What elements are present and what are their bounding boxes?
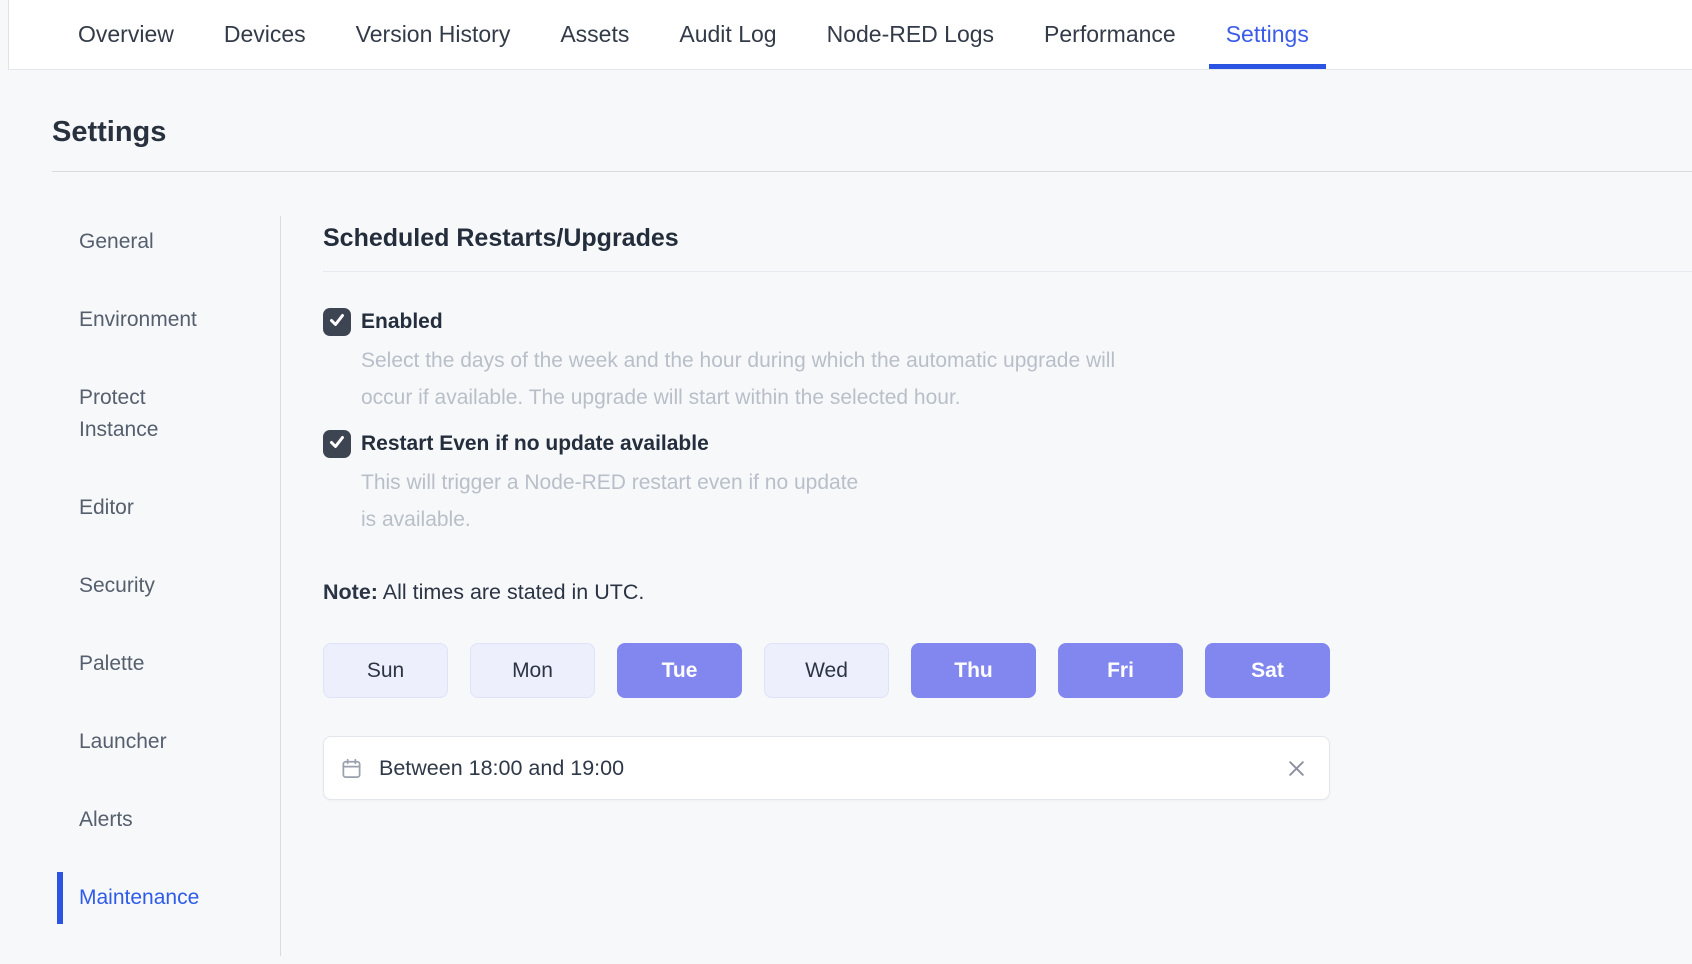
description-line: Select the days of the week and the hour… (361, 342, 1261, 379)
note-text: All times are stated in UTC. (383, 580, 645, 604)
day-button-wed[interactable]: Wed (764, 643, 889, 698)
sidebar-item-label: Palette (79, 648, 144, 680)
utc-note: Note: All times are stated in UTC. (323, 580, 1692, 605)
sidebar-item-label: Environment (79, 304, 197, 336)
title-divider (52, 171, 1692, 172)
sidebar-item-maintenance[interactable]: Maintenance (57, 872, 280, 924)
tab-assets[interactable]: Assets (543, 0, 646, 69)
time-range-value: Between 18:00 and 19:00 (379, 756, 624, 781)
sidebar-item-palette[interactable]: Palette (57, 638, 280, 690)
maintenance-panel: Scheduled Restarts/Upgrades Enabled Sele… (323, 216, 1692, 956)
section-heading: Scheduled Restarts/Upgrades (323, 224, 1692, 253)
enabled-checkbox[interactable] (323, 308, 351, 336)
top-nav: Overview Devices Version History Assets … (8, 0, 1692, 70)
sidebar-item-label: Launcher (79, 726, 167, 758)
tab-settings[interactable]: Settings (1209, 0, 1326, 69)
tab-audit-log[interactable]: Audit Log (662, 0, 793, 69)
sidebar-item-editor[interactable]: Editor (57, 482, 280, 534)
settings-body: General Environment Protect Instance Edi… (0, 216, 1692, 956)
sidebar-item-label: Protect Instance (79, 382, 211, 446)
day-selector: Sun Mon Tue Wed Thu Fri Sat (323, 643, 1692, 698)
sidebar-item-alerts[interactable]: Alerts (57, 794, 280, 846)
description-line: is available. (361, 501, 1261, 538)
tab-version-history[interactable]: Version History (339, 0, 528, 69)
day-button-sat[interactable]: Sat (1205, 643, 1330, 698)
day-button-sun[interactable]: Sun (323, 643, 448, 698)
tab-node-red-logs[interactable]: Node-RED Logs (810, 0, 1011, 69)
day-button-fri[interactable]: Fri (1058, 643, 1183, 698)
day-button-thu[interactable]: Thu (911, 643, 1036, 698)
sidebar-item-security[interactable]: Security (57, 560, 280, 612)
restart-description: This will trigger a Node-RED restart eve… (361, 464, 1261, 538)
sidebar-item-launcher[interactable]: Launcher (57, 716, 280, 768)
sidebar-item-label: Alerts (79, 804, 133, 836)
sidebar-item-label: General (79, 226, 154, 258)
section-divider (323, 271, 1692, 272)
day-button-mon[interactable]: Mon (470, 643, 595, 698)
settings-sidebar: General Environment Protect Instance Edi… (52, 216, 281, 956)
restart-checkbox[interactable] (323, 430, 351, 458)
calendar-icon (340, 757, 363, 780)
page-title: Settings (52, 116, 1692, 149)
sidebar-item-general[interactable]: General (57, 216, 280, 268)
tab-performance[interactable]: Performance (1027, 0, 1193, 69)
description-line: This will trigger a Node-RED restart eve… (361, 464, 1261, 501)
sidebar-item-label: Editor (79, 492, 134, 524)
restart-checkbox-row: Restart Even if no update available (323, 430, 1692, 458)
day-button-tue[interactable]: Tue (617, 643, 742, 698)
check-icon (328, 433, 346, 456)
enabled-description: Select the days of the week and the hour… (361, 342, 1261, 416)
sidebar-item-protect-instance[interactable]: Protect Instance (57, 372, 280, 456)
enabled-label: Enabled (361, 310, 443, 334)
sidebar-item-label: Security (79, 570, 155, 602)
check-icon (328, 311, 346, 334)
clear-x-icon[interactable] (1286, 758, 1307, 779)
note-label: Note: (323, 580, 378, 604)
time-range-input[interactable]: Between 18:00 and 19:00 (323, 736, 1330, 800)
restart-label: Restart Even if no update available (361, 432, 709, 456)
enabled-checkbox-row: Enabled (323, 308, 1692, 336)
tab-overview[interactable]: Overview (61, 0, 191, 69)
sidebar-item-label: Maintenance (79, 882, 199, 914)
description-line: occur if available. The upgrade will sta… (361, 379, 1261, 416)
tab-devices[interactable]: Devices (207, 0, 323, 69)
sidebar-item-environment[interactable]: Environment (57, 294, 280, 346)
